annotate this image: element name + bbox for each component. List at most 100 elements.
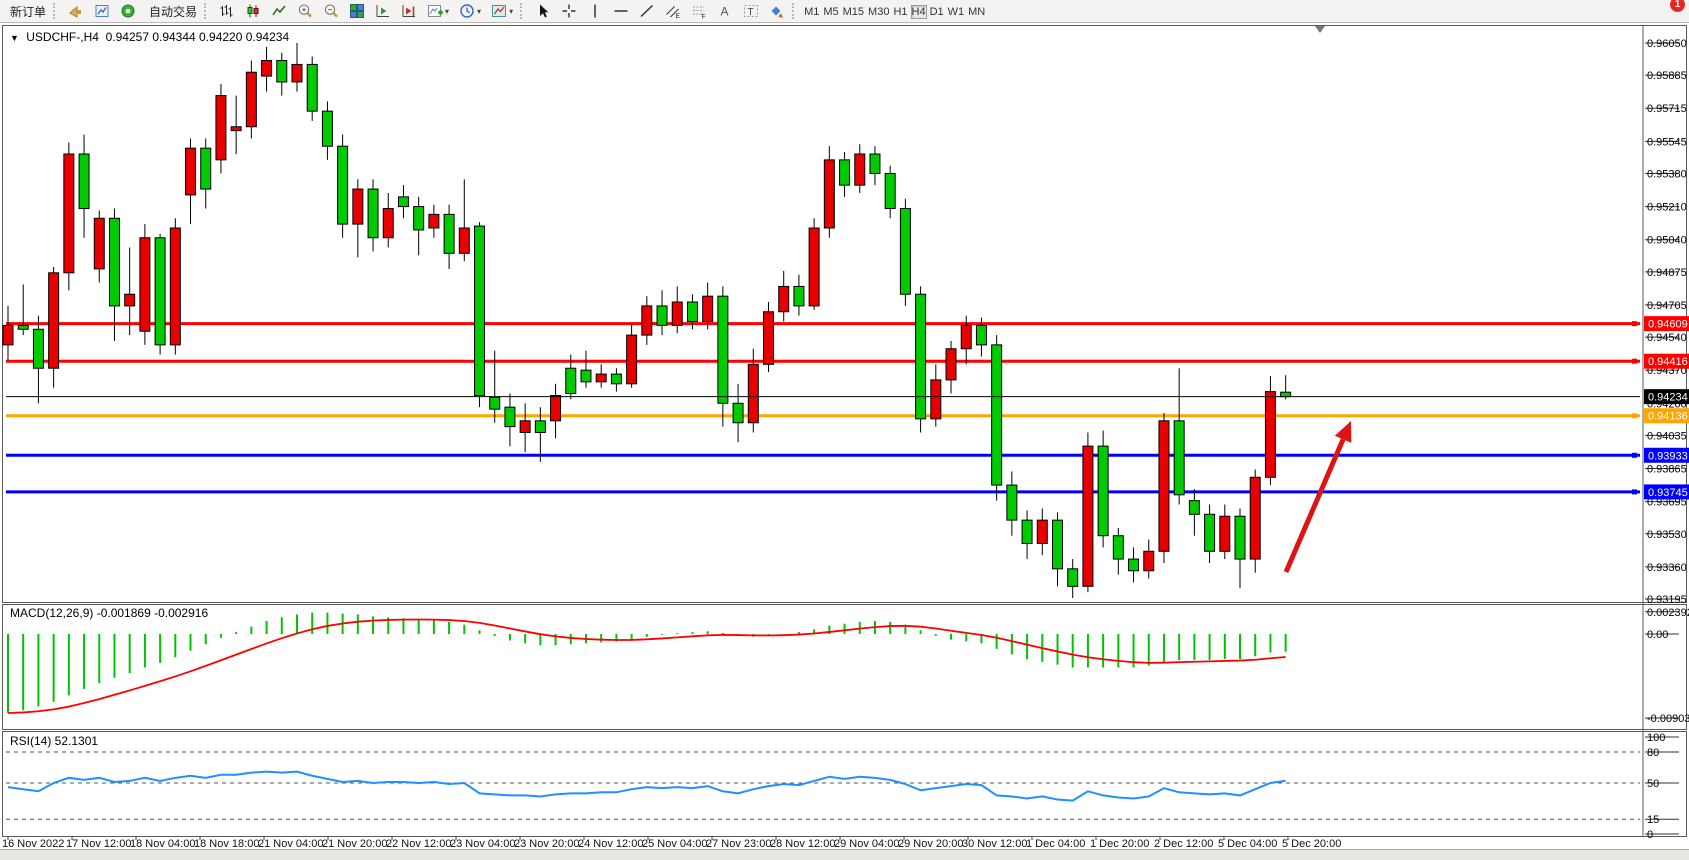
timeframe-button-m30[interactable]: M30	[867, 5, 890, 19]
indicators-icon	[427, 3, 443, 19]
chevron-down-icon: ▾	[445, 7, 449, 16]
price-tag-label: 0.94416	[1648, 356, 1688, 368]
timeframe-button-d1[interactable]: D1	[929, 5, 945, 19]
price-axis-label: 0.93360	[1647, 562, 1687, 574]
symbol-dropdown-icon[interactable]: ▼	[10, 33, 19, 43]
cursor-button[interactable]	[531, 0, 555, 22]
timeframe-button-m5[interactable]: M5	[822, 5, 839, 19]
timeframe-button-m1[interactable]: M1	[803, 5, 820, 19]
pane-border	[3, 605, 1687, 730]
arrows-icon	[769, 3, 785, 19]
candle-body	[383, 209, 393, 238]
price-axis-label: 0.95715	[1647, 103, 1687, 115]
text-label-button[interactable]: T	[739, 0, 763, 22]
signal-service-button[interactable]	[116, 0, 140, 22]
vertical-line-icon	[587, 3, 603, 19]
price-chart[interactable]: 0.960500.958850.957150.955450.953800.952…	[0, 23, 1689, 859]
notifications-button[interactable]: 1	[1674, 0, 1682, 22]
indicators-button[interactable]: ▾	[423, 0, 453, 22]
line-chart-button[interactable]	[267, 0, 291, 22]
new-order-button[interactable]: 新订单	[3, 0, 50, 22]
candle-body	[657, 306, 667, 325]
candle-body	[733, 403, 743, 422]
templates-icon	[491, 3, 507, 19]
candle-body	[170, 228, 180, 345]
price-axis-label: 0.93195	[1647, 594, 1687, 606]
price-axis-label: 0.95380	[1647, 168, 1687, 180]
candle-body	[946, 349, 956, 380]
auto-scroll-button[interactable]	[371, 0, 395, 22]
price-axis-label: 0.95210	[1647, 202, 1687, 214]
auto-trading-label: 自动交易	[149, 3, 197, 20]
candle-body	[794, 286, 804, 305]
tile-windows-button[interactable]	[345, 0, 369, 22]
trendline-button[interactable]	[635, 0, 659, 22]
chart-window-button[interactable]	[90, 0, 114, 22]
candlestick-chart-button[interactable]	[241, 0, 265, 22]
candle-body	[338, 146, 348, 224]
zoom-in-button[interactable]	[293, 0, 317, 22]
candle-body	[398, 197, 408, 207]
candle-body	[885, 173, 895, 208]
chart-shift-button[interactable]	[397, 0, 421, 22]
zoom-in-icon	[297, 3, 313, 19]
price-tag-label: 0.93933	[1648, 450, 1688, 462]
chart-area[interactable]: 0.960500.958850.957150.955450.953800.952…	[0, 23, 1689, 859]
price-axis-label: 0.93865	[1647, 464, 1687, 476]
timeframe-button-w1[interactable]: W1	[947, 5, 966, 19]
equidistant-channel-icon: E	[665, 3, 681, 19]
timeframe-button-m15[interactable]: M15	[842, 5, 865, 19]
chevron-down-icon: ▾	[477, 7, 481, 16]
announcement-horn-button[interactable]	[64, 0, 88, 22]
svg-text:F: F	[702, 14, 706, 20]
timeframe-button-h4[interactable]: H4	[911, 5, 927, 19]
bar-chart-button[interactable]	[215, 0, 239, 22]
periods-button[interactable]: ▾	[455, 0, 485, 22]
timeframe-button-h1[interactable]: H1	[892, 5, 908, 19]
toolbar-separator	[520, 3, 527, 19]
text-button[interactable]: A	[713, 0, 737, 22]
candle-body	[3, 325, 13, 344]
auto-trading-button[interactable]: 自动交易	[142, 0, 201, 22]
candle-body	[809, 228, 819, 306]
rsi-axis-label: 15	[1647, 814, 1659, 826]
line-endpoint[interactable]	[1632, 359, 1637, 364]
candle-body	[246, 72, 256, 127]
arrows-button[interactable]	[765, 0, 789, 22]
candle-body	[1113, 536, 1123, 559]
candle-body	[992, 345, 1002, 485]
candle-body	[1037, 520, 1047, 543]
candle-body	[186, 148, 196, 195]
candle-body	[1281, 392, 1291, 396]
macd-axis-label: 0.002392	[1647, 607, 1689, 619]
templates-button[interactable]: ▾	[487, 0, 517, 22]
bottom-scroll-strip[interactable]	[0, 849, 1689, 860]
candle-body	[201, 148, 211, 189]
horizontal-line-button[interactable]	[609, 0, 633, 22]
svg-text:T: T	[748, 7, 754, 18]
price-axis-label: 0.94035	[1647, 430, 1687, 442]
line-endpoint[interactable]	[1632, 453, 1637, 458]
line-endpoint[interactable]	[1632, 321, 1637, 326]
zoom-out-button[interactable]	[319, 0, 343, 22]
crosshair-button[interactable]	[557, 0, 581, 22]
candle-body	[18, 325, 28, 329]
vertical-line-button[interactable]	[583, 0, 607, 22]
candle-body	[429, 214, 439, 228]
line-endpoint[interactable]	[1632, 489, 1637, 494]
candle-body	[414, 207, 424, 230]
equidistant-channel-button[interactable]: E	[661, 0, 685, 22]
zoom-out-icon	[323, 3, 339, 19]
price-axis-label: 0.93530	[1647, 529, 1687, 541]
candle-body	[1189, 501, 1199, 515]
candle-body	[551, 395, 561, 420]
candle-body	[779, 286, 789, 311]
fibonacci-button[interactable]: F	[687, 0, 711, 22]
line-endpoint[interactable]	[1632, 413, 1637, 418]
timeframe-button-mn[interactable]: MN	[967, 5, 986, 19]
candle-body	[976, 325, 986, 344]
svg-text:E: E	[676, 13, 681, 19]
candle-body	[307, 64, 317, 111]
candle-body	[687, 302, 697, 321]
candle-body	[292, 64, 302, 82]
